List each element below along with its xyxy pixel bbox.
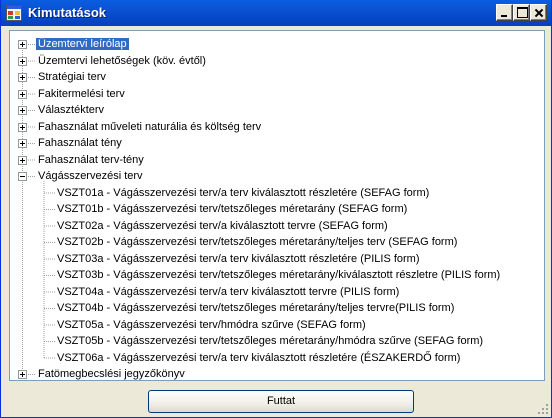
tree-node[interactable]: Vágásszervezési terv bbox=[36, 168, 145, 184]
tree-child-label: VSZT01a - Vágásszervezési terv/a terv ki… bbox=[57, 186, 430, 199]
run-button[interactable]: Futtat bbox=[148, 390, 414, 413]
tree-child-node[interactable]: VSZT05a - Vágásszervezési terv/hmódra sz… bbox=[55, 317, 368, 333]
tree-node-label: Fahasználat terv-tény bbox=[38, 153, 144, 166]
expand-icon[interactable] bbox=[18, 40, 27, 49]
tree-child-node[interactable]: VSZT03b - Vágásszervezési terv/tetszőleg… bbox=[55, 267, 502, 283]
expand-icon[interactable] bbox=[18, 56, 27, 66]
tree-child-node[interactable]: VSZT05b - Vágásszervezési terv/tetszőleg… bbox=[55, 333, 485, 349]
tree-node[interactable]: Üzemtervi leírólap bbox=[36, 36, 129, 52]
tree-node-label: Vágásszervezési terv bbox=[38, 170, 143, 182]
tree-child-label: VSZT04b - Vágásszervezési terv/tetszőleg… bbox=[57, 302, 455, 314]
tree-node[interactable]: Stratégiai terv bbox=[36, 69, 108, 85]
expand-icon[interactable] bbox=[18, 139, 27, 148]
tree-node-label: Fakitermelési terv bbox=[38, 87, 125, 100]
expand-icon[interactable] bbox=[18, 155, 27, 165]
tree-child-node[interactable]: VSZT01b - Vágásszervezési terv/tetszőleg… bbox=[55, 201, 409, 217]
tree-child-label: VSZT01b - Vágásszervezési terv/tetszőleg… bbox=[57, 203, 408, 215]
tree-node[interactable]: Fakitermelési terv bbox=[36, 86, 127, 102]
expand-icon[interactable] bbox=[18, 370, 27, 379]
report-tree[interactable]: Üzemtervi leírólap Üzemtervi lehetőségek … bbox=[9, 30, 545, 381]
tree-child-label: VSZT05a - Vágásszervezési terv/hmódra sz… bbox=[57, 318, 366, 331]
tree-node-label: Fatömegbecslési jegyzőkönyv bbox=[38, 368, 185, 380]
window-title: Kimutatások bbox=[28, 5, 107, 20]
tree-node[interactable]: Fahasználat műveleti naturália és költsé… bbox=[36, 119, 263, 135]
minimize-icon[interactable] bbox=[496, 4, 513, 21]
resize-grip-icon[interactable] bbox=[537, 403, 549, 415]
tree-child-node[interactable]: VSZT02a - Vágásszervezési terv/a kiválas… bbox=[55, 218, 390, 234]
tree-child-label: VSZT02a - Vágásszervezési terv/a kiválas… bbox=[57, 219, 388, 232]
tree-child-node[interactable]: VSZT02b - Vágásszervezési terv/tetszőleg… bbox=[55, 234, 459, 250]
tree-node[interactable]: Üzemtervi lehetőségek (köv. évtől) bbox=[36, 53, 208, 69]
tree-child-label: VSZT04a - Vágásszervezési terv/a terv ki… bbox=[57, 285, 400, 298]
expand-icon[interactable] bbox=[18, 106, 27, 115]
tree-child-node[interactable]: VSZT04a - Vágásszervezési terv/a terv ki… bbox=[55, 284, 401, 300]
tree-child-node[interactable]: VSZT06a - Vágásszervezési terv/a terv ki… bbox=[55, 350, 462, 366]
maximize-icon[interactable] bbox=[513, 4, 530, 21]
tree-child-node[interactable]: VSZT04b - Vágásszervezési terv/tetszőleg… bbox=[55, 300, 456, 316]
tree-child-label: VSZT03a - Vágásszervezési terv/a terv ki… bbox=[57, 252, 420, 265]
tree-child-label: VSZT03b - Vágásszervezési terv/tetszőleg… bbox=[57, 269, 501, 281]
tree-node-label: Fahasználat műveleti naturália és költsé… bbox=[38, 120, 262, 133]
expand-icon[interactable] bbox=[18, 73, 27, 82]
reports-window: Kimutatások Üzemtervi leírólap Üzemtervi … bbox=[0, 0, 552, 418]
tree-node-label: Fahasználat tény bbox=[38, 137, 122, 149]
tree-child-label: VSZT02b - Vágásszervezési terv/tetszőleg… bbox=[57, 236, 458, 248]
tree-child-node[interactable]: VSZT03a - Vágásszervezési terv/a terv ki… bbox=[55, 251, 422, 267]
tree-child-label: VSZT06a - Vágásszervezési terv/a terv ki… bbox=[57, 351, 461, 364]
tree-node-label: Üzemtervi leírólap bbox=[36, 38, 129, 50]
close-icon[interactable] bbox=[530, 4, 547, 21]
tree-node[interactable]: Választékterv bbox=[36, 102, 106, 118]
expand-icon[interactable] bbox=[18, 122, 27, 132]
collapse-icon[interactable] bbox=[18, 172, 27, 181]
tree-child-label: VSZT05b - Vágásszervezési terv/tetszőleg… bbox=[57, 335, 484, 347]
tree-node-label: Választékterv bbox=[38, 104, 105, 116]
tree-child-node[interactable]: VSZT01a - Vágásszervezési terv/a terv ki… bbox=[55, 185, 431, 201]
tree-node-label: Üzemtervi lehetőségek (köv. évtől) bbox=[38, 54, 206, 67]
app-window-icon bbox=[6, 5, 22, 21]
title-bar[interactable]: Kimutatások bbox=[1, 0, 551, 26]
tree-node[interactable]: Fahasználat terv-tény bbox=[36, 152, 146, 168]
tree-node[interactable]: Fahasználat tény bbox=[36, 135, 124, 151]
tree-node-label: Stratégiai terv bbox=[38, 71, 106, 83]
expand-icon[interactable] bbox=[18, 89, 27, 99]
tree-node[interactable]: Fatömegbecslési jegyzőkönyv bbox=[36, 366, 187, 380]
